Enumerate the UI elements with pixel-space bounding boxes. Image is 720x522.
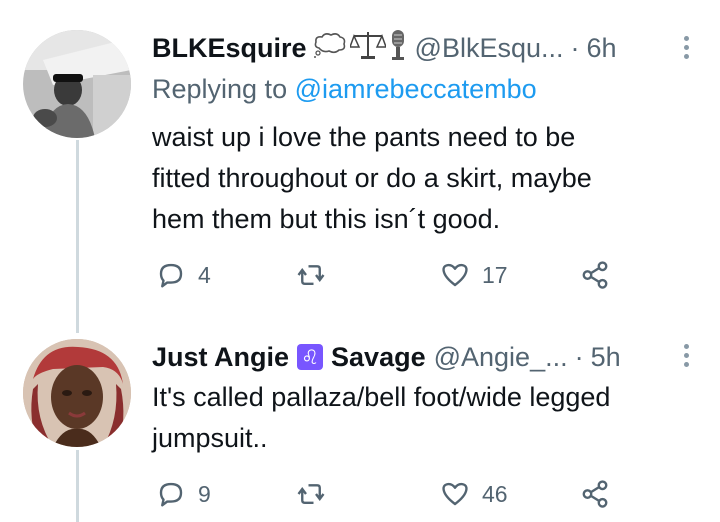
reply-icon <box>159 263 183 288</box>
like-button[interactable]: 46 <box>440 477 508 511</box>
reply-button[interactable]: 4 <box>156 258 211 292</box>
tweet-text-line: fitted throughout or do a skirt, maybe <box>152 163 592 193</box>
leo-icon: ♌ <box>297 344 324 370</box>
timestamp[interactable]: 6h <box>587 33 617 64</box>
reply-button[interactable]: 9 <box>156 477 211 511</box>
replying-prefix: Replying to <box>152 74 288 104</box>
share-button[interactable] <box>580 477 610 511</box>
avatar[interactable] <box>23 30 131 138</box>
like-count: 46 <box>482 480 508 507</box>
avatar[interactable] <box>23 339 131 447</box>
tweet-text: It's called pallaza/bell foot/wide legge… <box>152 377 610 459</box>
tweet-header: Just Angie ♌ Savage @Angie_... · 5h <box>152 339 621 375</box>
thought-balloon-icon <box>313 32 347 65</box>
display-name-suffix[interactable]: Savage <box>331 342 426 373</box>
tweet-header: BLKEsquire @BlkEsqu... · 6h <box>152 29 617 68</box>
more-options-icon[interactable] <box>682 36 690 59</box>
tweet-text: waist up i love the pants need to be fit… <box>152 117 592 240</box>
name-emojis <box>313 29 407 68</box>
retweet-icon <box>297 484 325 504</box>
tweet-text-line: It's called pallaza/bell foot/wide legge… <box>152 382 611 412</box>
display-name[interactable]: BLKEsquire <box>152 33 307 64</box>
separator-dot: · <box>574 341 584 372</box>
timestamp[interactable]: 5h <box>591 342 621 373</box>
share-icon <box>582 261 608 289</box>
tweet-actions: 9 46 <box>152 477 622 511</box>
thread-line <box>76 140 79 333</box>
tweet-actions: 4 17 <box>152 258 622 292</box>
reply-count: 9 <box>198 480 211 507</box>
heart-icon <box>442 263 468 287</box>
retweet-button[interactable] <box>296 477 326 511</box>
retweet-button[interactable] <box>296 258 326 292</box>
like-button[interactable]: 17 <box>440 258 508 292</box>
more-options-icon[interactable] <box>682 344 690 367</box>
tweet-text-line: hem them but this isn´t good. <box>152 204 501 234</box>
like-count: 17 <box>482 261 508 288</box>
share-icon <box>582 480 608 508</box>
user-handle[interactable]: @Angie_... <box>434 342 568 373</box>
heart-icon <box>442 482 468 506</box>
tweet-text-line: waist up i love the pants need to be <box>152 122 576 152</box>
share-button[interactable] <box>580 258 610 292</box>
tweet-text-line: jumpsuit.. <box>152 423 268 453</box>
reply-count: 4 <box>198 261 211 288</box>
user-handle[interactable]: @BlkEsqu... <box>415 33 564 64</box>
replying-mention[interactable]: @iamrebeccatembo <box>295 74 537 104</box>
microphone-icon <box>389 29 407 68</box>
scales-icon <box>348 30 387 67</box>
replying-to: Replying to @iamrebeccatembo <box>152 74 537 105</box>
separator-dot: · <box>570 32 580 63</box>
display-name[interactable]: Just Angie <box>152 342 289 373</box>
retweet-icon <box>297 265 325 285</box>
thread-line <box>76 450 79 522</box>
reply-icon <box>159 482 183 507</box>
